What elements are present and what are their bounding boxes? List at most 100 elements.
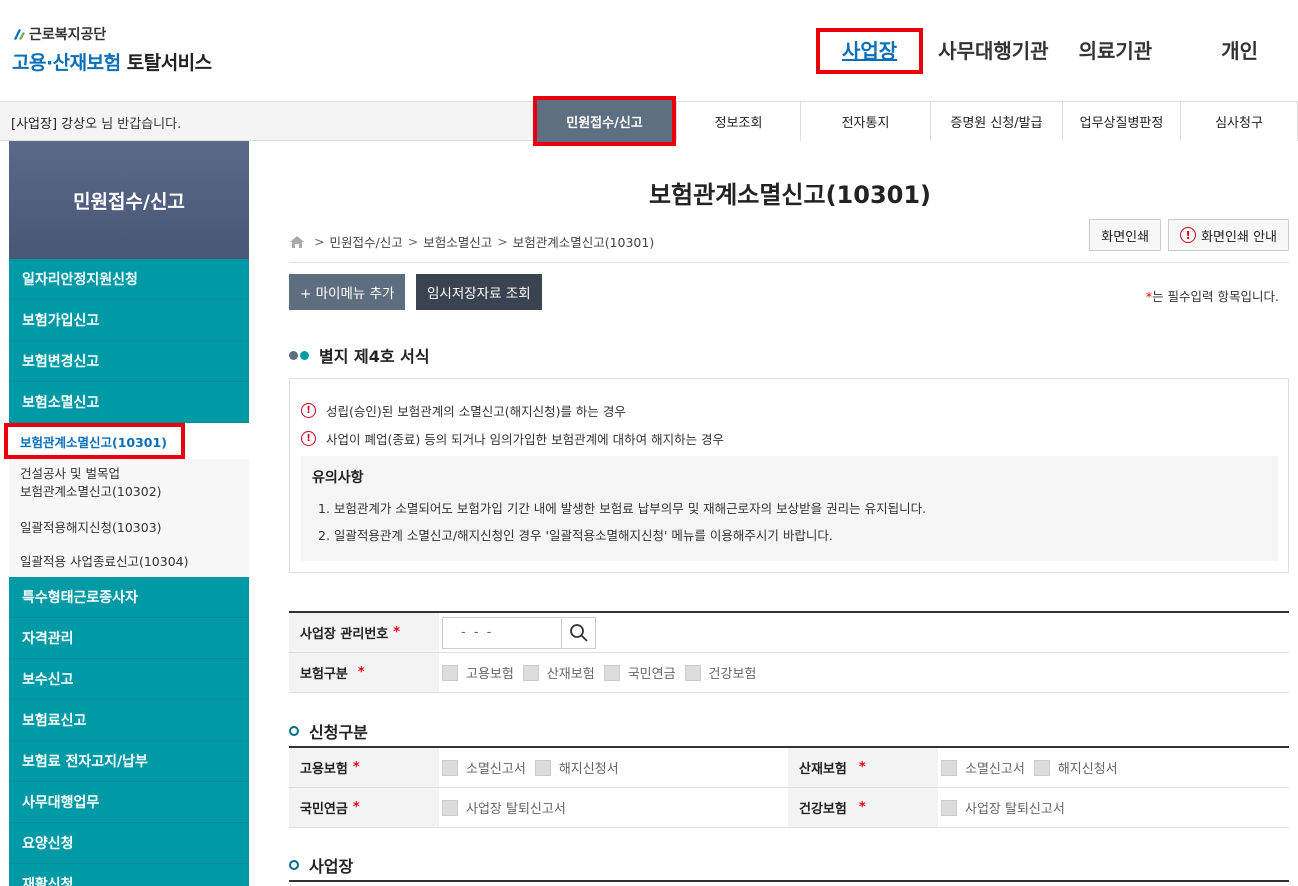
subnav-appeal[interactable]: 심사청구 (1180, 102, 1298, 141)
checkbox-pension[interactable]: 국민연금 (603, 663, 676, 682)
left-menu: 민원접수/신고 일자리안정지원신청 보험가입신고 보험변경신고 보험소멸신고 보… (4, 141, 249, 886)
top-navigation: 사업장 사무대행기관 의료기관 개인 (815, 28, 1298, 74)
checkbox-box[interactable] (1033, 759, 1050, 776)
subnav-civil-report[interactable]: 민원접수/신고 (533, 96, 676, 146)
checkbox-employment-termination[interactable]: 소멸신고서 (442, 758, 526, 777)
workplace-heading: 사업장 (289, 853, 353, 877)
print-buttons: 화면인쇄 ! 화면인쇄 안내 (1082, 219, 1289, 251)
bullet-dots-icon (289, 350, 311, 360)
biz-no-label: 사업장 관리번호 * (289, 613, 439, 652)
menu-insurance-change[interactable]: 보험변경신고 (9, 341, 249, 382)
submenu-termination-10301[interactable]: 보험관계소멸신고(10301) (4, 423, 185, 459)
menu-premium-report[interactable]: 보험료신고 (9, 700, 249, 741)
print-guide-label: 화면인쇄 안내 (1201, 229, 1277, 245)
alert-icon: ! (1180, 227, 1197, 243)
temp-saved-inquiry-button[interactable]: 임시저장자료 조회 (416, 274, 542, 310)
notice-line: 1. 보험관계가 소멸되어도 보험가입 기간 내에 발생한 보험료 납부의무 및… (318, 501, 927, 516)
apply-heading-text: 신청구분 (309, 723, 368, 742)
label-text: 산재보험 (799, 762, 847, 777)
subnav-info-inquiry[interactable]: 정보조회 (676, 102, 800, 141)
chevron-right-icon: > (407, 234, 419, 249)
required-star: * (393, 625, 401, 640)
label-text: 보험구분 (300, 667, 348, 682)
menu-insurance-termination[interactable]: 보험소멸신고 (9, 382, 249, 423)
menu-care-application[interactable]: 요양신청 (9, 823, 249, 864)
subnav-certificate[interactable]: 증명원 신청/발급 (930, 102, 1062, 141)
checkbox-box[interactable] (442, 799, 458, 816)
form-heading: 별지 제4호 서식 (289, 343, 430, 367)
checkbox-box[interactable] (442, 664, 458, 681)
menu-premium-e-notice[interactable]: 보험료 전자고지/납부 (9, 741, 249, 782)
menu-special-workers[interactable]: 특수형태근로종사자 (9, 577, 249, 618)
apply-heading: 신청구분 (289, 719, 368, 743)
submenu-10302-line1: 건설공사 및 벌목업 (20, 466, 120, 481)
topnav-personal[interactable]: 개인 (1167, 28, 1298, 74)
menu-rehab-application[interactable]: 재활신청 (9, 864, 249, 886)
checkbox-health[interactable]: 건강보험 (684, 663, 756, 682)
topnav-workplace[interactable]: 사업장 (815, 28, 924, 74)
notice-box: 유의사항 1. 보험관계가 소멸되어도 보험가입 기간 내에 발생한 보험료 납… (301, 456, 1278, 561)
form-row: 보험구분 * 고용보험 산재보험 국민연금 건강보험 (289, 653, 1289, 693)
logo[interactable]: 근로복지공단 고용·산재보험 토탈서비스 (12, 24, 212, 75)
checkbox-pension-withdraw[interactable]: 사업장 탈퇴신고서 (442, 798, 566, 817)
info-line-text: 성립(승인)된 보험관계의 소멸신고(해지신청)를 하는 경우 (326, 404, 626, 419)
checkbox-health-withdraw[interactable]: 사업장 탈퇴신고서 (941, 798, 1065, 817)
label-text: 국민연금 (300, 802, 348, 817)
submenu-termination-10302[interactable]: 건설공사 및 벌목업 보험관계소멸신고(10302) (9, 459, 249, 509)
breadcrumb-item[interactable]: 보험소멸신고 (423, 232, 492, 251)
form-cell: 소멸신고서 해지신청서 (938, 748, 1289, 787)
breadcrumb-item[interactable]: 민원접수/신고 (329, 232, 402, 251)
insurance-type-label: 보험구분 * (289, 653, 439, 692)
checkbox-box[interactable] (684, 664, 701, 681)
required-star: * (352, 800, 360, 815)
checkbox-employment-cancel[interactable]: 해지신청서 (534, 758, 619, 777)
notice-line: 2. 일괄적용관계 소멸신고/해지신청인 경우 '일괄적용소멸해지신청' 메뉴를… (318, 528, 833, 543)
checkbox-box[interactable] (941, 759, 957, 776)
form-row: 국민연금 * 사업장 탈퇴신고서 건강보험 * 사업장 탈퇴신고서 (289, 788, 1289, 828)
menu-qualification[interactable]: 자격관리 (9, 618, 249, 659)
label-text: 건강보험 (799, 802, 847, 817)
required-star: * (858, 800, 866, 815)
submenu-bulk-cancel-10303[interactable]: 일괄적용해지신청(10303) (9, 509, 249, 543)
workplace-table-top (289, 880, 1289, 882)
subnav-e-notice[interactable]: 전자통지 (800, 102, 930, 141)
checkbox-box[interactable] (534, 759, 551, 776)
notice-title: 유의사항 (312, 470, 364, 486)
checkbox-industrial-termination[interactable]: 소멸신고서 (941, 758, 1025, 777)
topnav-agency[interactable]: 사무대행기관 (923, 28, 1063, 74)
divider (289, 262, 1289, 263)
topnav-medical[interactable]: 의료기관 (1064, 28, 1168, 74)
checkbox-label: 사업장 탈퇴신고서 (965, 802, 1065, 817)
required-star: * (858, 760, 866, 775)
checkbox-industrial-cancel[interactable]: 해지신청서 (1033, 758, 1118, 777)
checkbox-box[interactable] (522, 664, 539, 681)
label-text: 사업장 관리번호 (300, 627, 389, 642)
checkbox-label: 소멸신고서 (965, 762, 1025, 777)
search-button[interactable] (562, 616, 596, 649)
breadcrumb: > 민원접수/신고 > 보험소멸신고 > 보험관계소멸신고(10301) (289, 232, 654, 251)
info-line-text: 사업이 폐업(종료) 등의 되거나 임의가입한 보험관계에 대하여 해지하는 경… (326, 432, 725, 447)
basic-form-table: 사업장 관리번호 * - - - 보험구분 * 고용보험 산재보험 국민연금 건강보… (289, 611, 1289, 693)
menu-agency-work[interactable]: 사무대행업무 (9, 782, 249, 823)
checkbox-label: 해지신청서 (558, 762, 619, 777)
search-icon (569, 623, 588, 642)
checkbox-industrial[interactable]: 산재보험 (522, 663, 595, 682)
print-button[interactable]: 화면인쇄 (1089, 219, 1162, 251)
menu-job-stability[interactable]: 일자리안정지원신청 (9, 259, 249, 300)
page-title: 보험관계소멸신고(10301) (648, 181, 932, 209)
submenu-bulk-end-10304[interactable]: 일괄적용 사업종료신고(10304) (9, 543, 249, 577)
print-guide-button[interactable]: ! 화면인쇄 안내 (1168, 219, 1289, 251)
biz-no-input[interactable]: - - - (442, 616, 562, 649)
chevron-right-icon: > (497, 234, 508, 249)
required-note: *는 필수입력 항목입니다. (1146, 286, 1279, 305)
checkbox-box[interactable] (603, 664, 620, 681)
checkbox-employment[interactable]: 고용보험 (442, 663, 514, 682)
home-icon[interactable] (289, 235, 305, 249)
subnav-disease-judgement[interactable]: 업무상질병판정 (1062, 102, 1180, 141)
checkbox-box[interactable] (941, 799, 957, 816)
health-label: 건강보험 * (788, 788, 938, 827)
add-mymenu-button[interactable]: + 마이메뉴 추가 (289, 274, 406, 310)
menu-wage-report[interactable]: 보수신고 (9, 659, 249, 700)
checkbox-box[interactable] (442, 759, 458, 776)
menu-insurance-join[interactable]: 보험가입신고 (9, 300, 249, 341)
